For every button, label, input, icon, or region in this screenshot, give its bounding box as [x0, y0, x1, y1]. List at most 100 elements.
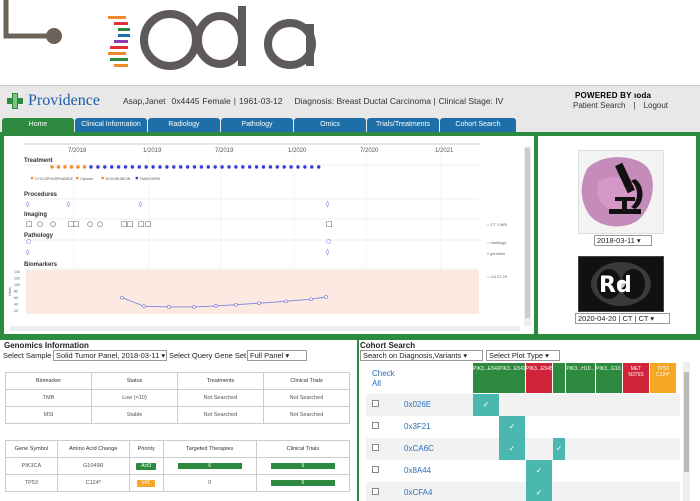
treatment-dot	[130, 165, 135, 169]
org-name: Providence	[28, 92, 100, 109]
match-cell[interactable]: ✓	[526, 460, 552, 482]
logout-link[interactable]: Logout	[644, 101, 668, 110]
match-cell[interactable]: ✓	[473, 394, 499, 416]
plot-type-value: Select Plot Type	[489, 351, 544, 360]
biomarker-point	[284, 299, 288, 304]
treatment-dot	[220, 165, 224, 169]
sample-select[interactable]: Solid Tumor Panel, 2018-03-11 ▾	[53, 350, 167, 361]
pathology-date-value: 2018-03-11	[597, 236, 635, 245]
priority-badge[interactable]: Act3	[136, 462, 157, 470]
patient-id-link[interactable]: 0x026E	[404, 400, 431, 409]
match-cell[interactable]: ✓	[526, 482, 552, 501]
pathology-thumbnail[interactable]	[578, 150, 664, 234]
cohort-row[interactable]: 0xCFA4 ✓	[366, 482, 680, 501]
query-gene-set-label: Select Query Gene Set	[169, 351, 247, 360]
tab-trials-treatments[interactable]: Trials/Treatments	[367, 118, 439, 132]
plot-type-select[interactable]: Select Plot Type ▾	[486, 350, 560, 361]
row-checkbox[interactable]	[372, 488, 379, 495]
svg-text:Rd: Rd	[599, 273, 632, 298]
cohort-variant-column[interactable]: MET N375S	[623, 363, 649, 393]
biomarker-axis-label: U/mL	[7, 286, 12, 296]
treatment-dot	[69, 165, 74, 169]
tab-radiology[interactable]: Radiology	[148, 118, 220, 132]
tab-home[interactable]: Home	[2, 118, 74, 132]
biomarker-point	[257, 301, 261, 306]
timeline-panel[interactable]: 7/2018 1/2019 7/2019 1/2020 7/2020 1/2021 Trea…	[4, 136, 534, 334]
cohort-variant-column[interactable]: TP53 C124*	[650, 363, 676, 393]
treatment-dot	[82, 165, 87, 169]
sample-select-value: Solid Tumor Panel, 2018-03-11	[56, 351, 160, 360]
biomarker-point	[234, 302, 238, 307]
cohort-variant-column[interactable]: PIK3...E542K	[473, 363, 503, 393]
radiology-series-value: 2020-04-20 | CT | CT	[578, 314, 649, 323]
procedure-marker: ◊	[139, 201, 142, 208]
patient-info: Asap,Janet 0x4445 Female | 1961-03-12 Diagnos…	[123, 96, 504, 106]
tab-pathology[interactable]: Pathology	[221, 118, 293, 132]
patient-id-link[interactable]: 0xCA6C	[404, 444, 434, 453]
patient-id-link[interactable]: 0x8A44	[404, 466, 431, 475]
cohort-search-select[interactable]: Search on Diagnosis,Variants ▾	[360, 350, 483, 361]
cohort-scrollbar[interactable]	[683, 362, 690, 501]
patient-search-link[interactable]: Patient Search	[573, 101, 625, 110]
tab-cohort-search[interactable]: Cohort Search	[440, 118, 516, 132]
treatment-dot	[56, 165, 61, 169]
check-all-link[interactable]: Check All	[372, 369, 402, 389]
col-treatments: Treatments	[177, 372, 264, 390]
pathology-legend: ◊ genetics	[487, 251, 505, 256]
genomics-title: Genomics Information	[4, 341, 89, 350]
radiology-thumbnail[interactable]: Rd	[578, 256, 664, 312]
cohort-variant-column[interactable]: PIK3...H10...	[566, 363, 595, 393]
patient-id-link[interactable]: 0xCFA4	[404, 488, 432, 497]
treatment-dot	[213, 165, 217, 169]
treatment-dot	[227, 165, 231, 169]
cohort-variant-column[interactable]: PIK3...E545K	[526, 363, 556, 393]
priority-badge[interactable]: Inf1	[137, 479, 156, 487]
gene-set-select[interactable]: Full Panel ▾	[247, 350, 307, 361]
cohort-row[interactable]: 0x026E ✓	[366, 394, 680, 416]
cohort-row[interactable]: 0xCA6C ✓ ✓	[366, 438, 680, 460]
pathology-date-select[interactable]: 2018-03-11 ▾	[594, 235, 652, 246]
match-cell[interactable]: ✓	[553, 438, 565, 460]
cohort-variant-column[interactable]: PIK3...E542K	[499, 363, 529, 393]
row-checkbox[interactable]	[372, 400, 379, 407]
col-trials: Clinical Trials	[263, 372, 350, 390]
treatment-dot	[103, 165, 107, 169]
cohort-title: Cohort Search	[360, 341, 416, 350]
patient-id-link[interactable]: 0x3F21	[404, 422, 431, 431]
row-checkbox[interactable]	[372, 422, 379, 429]
pathology-marker: ◊	[26, 249, 29, 256]
imaging-marker: ○	[97, 220, 103, 228]
biomarker-tick: 80	[14, 290, 18, 294]
trials-bar[interactable]: 5	[270, 480, 335, 486]
treatment-dot	[116, 165, 121, 169]
patient-sex: Female	[202, 96, 231, 106]
cohort-variant-column[interactable]: PIK3...G10...	[596, 363, 625, 393]
radiology-series-select[interactable]: 2020-04-20 | CT | CT ▾	[575, 313, 670, 324]
pathology-marker: ○	[326, 238, 331, 245]
imaging-legend: ○ CT ◊ MRI	[487, 222, 507, 227]
timeline-vscroll-thumb	[525, 148, 530, 318]
providence-logo[interactable]: Providence	[6, 92, 100, 110]
section-label: Treatment	[24, 158, 53, 164]
match-cell[interactable]: ✓	[499, 438, 525, 460]
treatment-dot	[206, 165, 210, 169]
providence-cross-icon	[7, 93, 23, 109]
tab-clinical-information[interactable]: Clinical Information	[75, 118, 147, 132]
scroll-thumb[interactable]	[684, 372, 689, 472]
patient-dob: 1961-03-12	[238, 96, 283, 106]
trials-bar[interactable]: 9	[270, 463, 335, 469]
row-checkbox[interactable]	[372, 444, 379, 451]
cohort-variant-column[interactable]	[553, 363, 565, 393]
treatment-dot	[268, 165, 273, 169]
therapies-bar[interactable]: 6	[177, 463, 242, 469]
cohort-row[interactable]: 0x8A44 ✓	[366, 460, 680, 482]
match-cell[interactable]: ✓	[499, 416, 525, 438]
imaging-marker: □	[26, 220, 33, 228]
cohort-row[interactable]: 0x3F21 ✓	[366, 416, 680, 438]
imaging-marker: □	[73, 220, 80, 228]
row-checkbox[interactable]	[372, 466, 379, 473]
clinical-stage: Clinical Stage: IV	[438, 96, 504, 106]
imaging-marker: □	[326, 220, 333, 228]
tab-omics[interactable]: Omics	[294, 118, 366, 132]
section-label: Procedures	[24, 192, 58, 198]
